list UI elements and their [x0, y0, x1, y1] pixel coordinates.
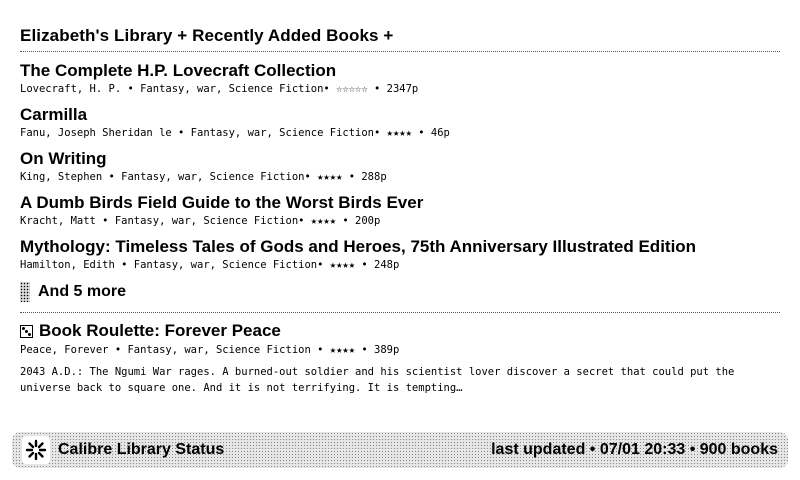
book-title[interactable]: On Writing — [20, 148, 780, 170]
status-title: Calibre Library Status — [58, 441, 225, 458]
library-link[interactable]: Elizabeth's Library + — [20, 26, 187, 45]
status-updated: last updated • 07/01 20:33 • 900 books — [491, 441, 778, 458]
status-left: Calibre Library Status — [22, 436, 224, 464]
page-header: Elizabeth's Library + Recently Added Boo… — [20, 26, 780, 52]
show-more-label: And 5 more — [38, 283, 127, 300]
list-item[interactable]: A Dumb Birds Field Guide to the Worst Bi… — [20, 192, 780, 236]
list-item[interactable]: Carmilla Fanu, Joseph Sheridan le • Fant… — [20, 104, 780, 148]
roulette-title: Book Roulette: Forever Peace — [39, 321, 281, 340]
book-meta: Lovecraft, H. P. • Fantasy, war, Science… — [20, 83, 419, 95]
roulette-description: 2043 A.D.: The Ngumi War rages. A burned… — [20, 366, 735, 394]
book-meta: Hamilton, Edith • Fantasy, war, Science … — [20, 259, 400, 271]
show-more-button[interactable]: And 5 more — [20, 281, 126, 303]
calibre-logo-icon — [22, 436, 50, 464]
roulette-title-row[interactable]: Book Roulette: Forever Peace — [20, 320, 780, 342]
book-meta: King, Stephen • Fantasy, war, Science Fi… — [20, 171, 387, 183]
dither-swatch-icon — [20, 282, 30, 302]
status-bar[interactable]: Calibre Library Status last updated • 07… — [12, 432, 788, 468]
die-icon — [20, 324, 33, 338]
roulette-meta: Peace, Forever • Fantasy, war, Science F… — [20, 344, 400, 356]
book-meta: Fanu, Joseph Sheridan le • Fantasy, war,… — [20, 127, 450, 139]
list-item[interactable]: The Complete H.P. Lovecraft Collection L… — [20, 60, 780, 104]
list-item[interactable]: Mythology: Timeless Tales of Gods and He… — [20, 236, 780, 280]
book-meta: Kracht, Matt • Fantasy, war, Science Fic… — [20, 215, 381, 227]
book-title[interactable]: Mythology: Timeless Tales of Gods and He… — [20, 236, 780, 258]
book-roulette: Book Roulette: Forever Peace Peace, Fore… — [20, 320, 780, 396]
list-item[interactable]: On Writing King, Stephen • Fantasy, war,… — [20, 148, 780, 192]
book-title[interactable]: Carmilla — [20, 104, 780, 126]
recently-added-link[interactable]: Recently Added Books + — [192, 26, 393, 45]
recent-books-list: The Complete H.P. Lovecraft Collection L… — [20, 60, 780, 280]
book-title[interactable]: A Dumb Birds Field Guide to the Worst Bi… — [20, 192, 780, 214]
section-divider — [20, 312, 780, 313]
book-title[interactable]: The Complete H.P. Lovecraft Collection — [20, 60, 780, 82]
